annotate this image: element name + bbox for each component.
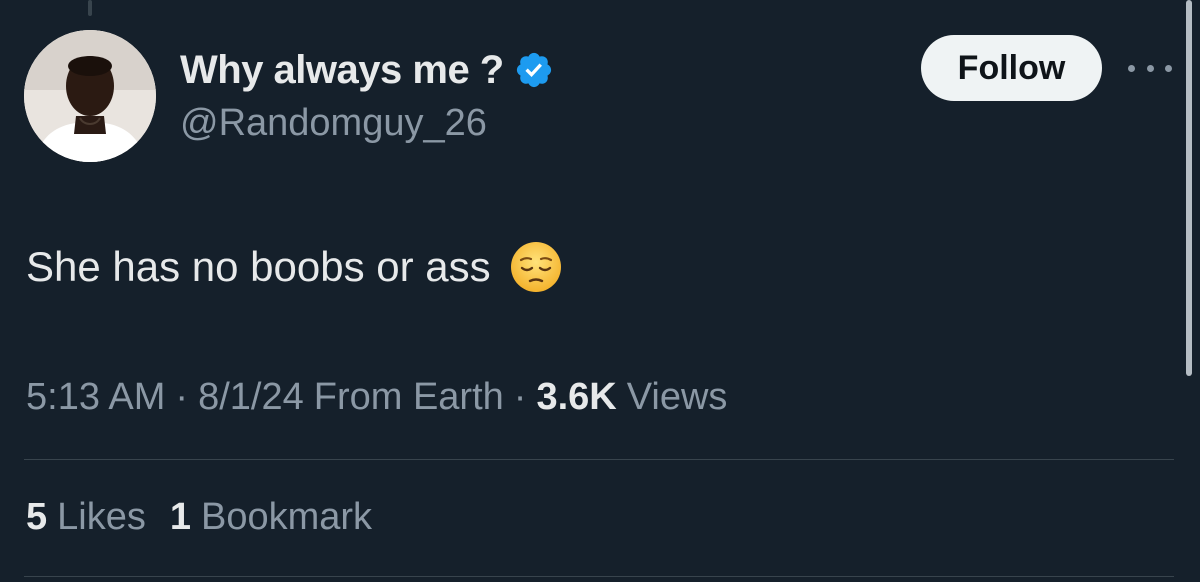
- tweet-time[interactable]: 5:13 AM: [26, 376, 165, 419]
- follow-button[interactable]: Follow: [921, 35, 1102, 101]
- more-dot: [1165, 64, 1172, 72]
- likes-label: Likes: [57, 496, 146, 538]
- bookmarks-label: Bookmark: [201, 496, 373, 538]
- tweet-date[interactable]: 8/1/24: [198, 376, 304, 419]
- thread-connector-line: [88, 0, 92, 16]
- avatar-image: [24, 30, 156, 162]
- tweet-meta: 5:13 AM · 8/1/24 From Earth · 3.6K Views: [26, 376, 727, 419]
- meta-separator: ·: [513, 376, 527, 418]
- tweet-text: She has no boobs or ass: [26, 243, 491, 290]
- scrollbar[interactable]: [1186, 0, 1192, 376]
- more-dot: [1146, 64, 1154, 72]
- divider: [24, 576, 1174, 577]
- divider: [24, 459, 1174, 460]
- avatar[interactable]: [24, 30, 156, 162]
- author-handle[interactable]: @Randomguy_26: [180, 102, 487, 145]
- more-horizontal-icon[interactable]: [1128, 58, 1172, 78]
- author-name-row[interactable]: Why always me ?: [180, 44, 554, 96]
- verified-badge-icon: [514, 50, 554, 90]
- likes-count: 5: [26, 496, 48, 538]
- tweet-source: From Earth: [313, 376, 504, 418]
- pensive-face-emoji-icon: [509, 240, 563, 294]
- meta-separator: ·: [175, 376, 189, 418]
- engagement-stats: 5 Likes 1 Bookmark: [26, 496, 372, 539]
- bookmarks-count: 1: [169, 496, 191, 538]
- views-count: 3.6K: [536, 376, 617, 418]
- likes-stat[interactable]: 5 Likes: [26, 496, 146, 539]
- author-display-name[interactable]: Why always me ?: [180, 48, 504, 93]
- views-label: Views: [626, 376, 728, 418]
- more-dot: [1128, 64, 1135, 72]
- tweet-body: She has no boobs or ass: [26, 240, 563, 294]
- bookmarks-stat[interactable]: 1 Bookmark: [170, 496, 372, 539]
